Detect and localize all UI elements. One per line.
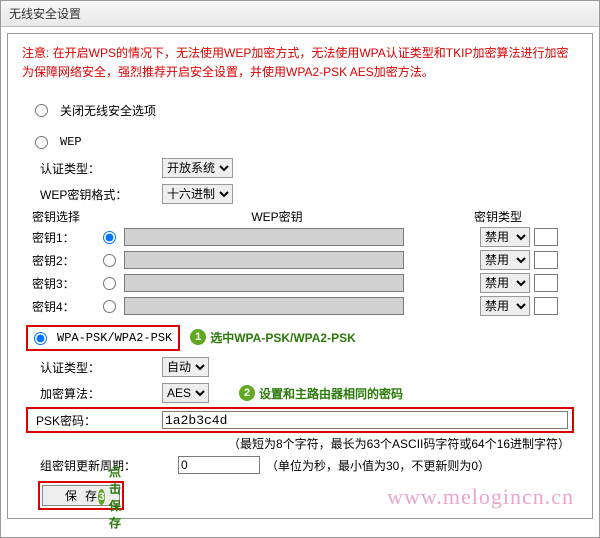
settings-panel: 注意: 在开启WPS的情况下，无法使用WEP加密方式，无法使用WPA认证类型和T… xyxy=(7,33,593,519)
key1-type-select[interactable]: 禁用 xyxy=(480,227,530,247)
window-title: 无线安全设置 xyxy=(1,1,599,27)
callout-3-icon: 3 xyxy=(98,489,105,505)
key1-extra-box[interactable] xyxy=(534,228,558,246)
radio-wep[interactable] xyxy=(35,136,48,149)
key1-radio[interactable] xyxy=(103,231,116,244)
psk-input[interactable] xyxy=(162,411,568,429)
label-disable-security: 关闭无线安全选项 xyxy=(50,102,156,119)
callout-3: 3点击保存 xyxy=(98,463,130,531)
key2-label: 密钥2： xyxy=(32,252,94,269)
radio-disable-security[interactable] xyxy=(35,104,48,117)
callout-2-text: 设置和主路由器相同的密码 xyxy=(259,385,403,402)
wep-auth-label: 认证类型： xyxy=(32,160,162,177)
key4-label: 密钥4： xyxy=(32,298,94,315)
key3-extra-box[interactable] xyxy=(534,274,558,292)
wep-format-select[interactable]: 十六进制 xyxy=(162,184,233,204)
callout-1-text: 选中WPA-PSK/WPA2-PSK xyxy=(210,329,356,346)
wpa-algo-label: 加密算法： xyxy=(32,385,162,402)
key4-radio[interactable] xyxy=(103,300,116,313)
key-row-1: 密钥1： 禁用 xyxy=(32,227,568,247)
note-line-2: 为保障网络安全，强烈推荐开启安全设置，并使用WPA2-PSK AES加密方法。 xyxy=(22,65,434,79)
label-wep: WEP xyxy=(50,135,82,149)
key3-radio[interactable] xyxy=(103,277,116,290)
callout-1-icon: 1 xyxy=(190,329,206,345)
key2-type-select[interactable]: 禁用 xyxy=(480,250,530,270)
key-select-label: 密钥选择 xyxy=(32,208,172,225)
key4-extra-box[interactable] xyxy=(534,297,558,315)
callout-1: 1选中WPA-PSK/WPA2-PSK xyxy=(190,329,356,346)
key4-input[interactable] xyxy=(124,297,404,315)
psk-row-highlight: PSK密码： xyxy=(26,407,574,433)
psk-label: PSK密码： xyxy=(32,412,162,429)
radio-wpa-psk[interactable] xyxy=(34,332,47,345)
callout-2-icon: 2 xyxy=(239,385,255,401)
wpa-auth-select[interactable]: 自动 xyxy=(162,357,209,377)
wpa-option-highlight: WPA-PSK/WPA2-PSK xyxy=(26,325,180,351)
watermark-text: www.melogincn.cn xyxy=(387,484,574,510)
note-line-1: 注意: 在开启WPS的情况下，无法使用WEP加密方式，无法使用WPA认证类型和T… xyxy=(22,46,568,60)
key2-extra-box[interactable] xyxy=(534,251,558,269)
key-type-header: 密钥类型 xyxy=(468,208,568,225)
warning-note: 注意: 在开启WPS的情况下，无法使用WEP加密方式，无法使用WPA认证类型和T… xyxy=(8,34,592,98)
key4-type-select[interactable]: 禁用 xyxy=(480,296,530,316)
key3-label: 密钥3： xyxy=(32,275,94,292)
wpa-auth-label: 认证类型： xyxy=(32,359,162,376)
group-key-input[interactable] xyxy=(178,456,260,474)
key-row-3: 密钥3： 禁用 xyxy=(32,273,568,293)
key1-label: 密钥1： xyxy=(32,229,94,246)
group-key-hint: （单位为秒，最小值为30，不更新则为0） xyxy=(260,457,490,474)
key-column-header: WEP密钥 xyxy=(172,208,382,225)
key-row-2: 密钥2： 禁用 xyxy=(32,250,568,270)
callout-3-text: 点击保存 xyxy=(109,463,130,531)
wep-auth-select[interactable]: 开放系统 xyxy=(162,158,233,178)
key-row-4: 密钥4： 禁用 xyxy=(32,296,568,316)
window: 无线安全设置 注意: 在开启WPS的情况下，无法使用WEP加密方式，无法使用WP… xyxy=(0,0,600,538)
key2-radio[interactable] xyxy=(103,254,116,267)
key3-type-select[interactable]: 禁用 xyxy=(480,273,530,293)
wpa-algo-select[interactable]: AES xyxy=(162,383,209,403)
psk-hint: （最短为8个字符，最长为63个ASCII码字符或64个16进制字符） xyxy=(32,435,568,452)
key3-input[interactable] xyxy=(124,274,404,292)
callout-2: 2设置和主路由器相同的密码 xyxy=(209,385,403,402)
key1-input[interactable] xyxy=(124,228,404,246)
wep-format-label: WEP密钥格式： xyxy=(32,186,162,203)
key2-input[interactable] xyxy=(124,251,404,269)
label-wpa-psk: WPA-PSK/WPA2-PSK xyxy=(47,331,172,345)
